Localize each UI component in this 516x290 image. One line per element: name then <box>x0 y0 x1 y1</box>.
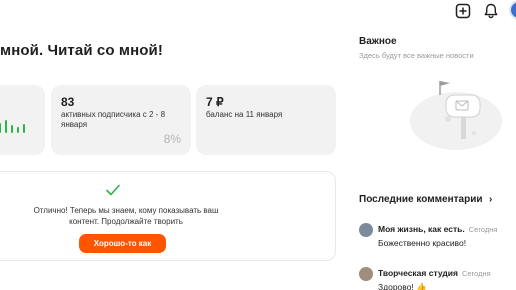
subscribers-card[interactable]: 83 активных подписчика с 2 - 8 января 8% <box>51 85 191 155</box>
add-post-button[interactable] <box>454 2 472 20</box>
balance-amount: 7 ₽ <box>206 95 224 109</box>
subscribers-percent: 8% <box>163 132 181 146</box>
comment-author-name: Творческая студия <box>378 268 458 278</box>
bell-icon <box>484 3 498 19</box>
notice-panel: Отлично! Теперь мы знаем, кому показыват… <box>0 171 336 261</box>
notice-text: Отлично! Теперь мы знаем, кому показыват… <box>33 206 219 226</box>
comment-time: Сегодня <box>461 269 491 278</box>
important-subtitle: Здесь будут все важные новости <box>359 51 474 60</box>
balance-card[interactable]: 7 ₽ баланс на 11 января <box>196 85 336 155</box>
page-title: мной. Читай со мной! <box>0 42 163 59</box>
subscribers-count: 83 <box>61 95 75 109</box>
user-avatar[interactable] <box>509 0 516 20</box>
comment-time: Сегодня <box>468 225 498 234</box>
comment-author: Творческая студия Сегодня <box>378 268 491 278</box>
comment-author-name: Моя жизнь, как есть. <box>378 224 465 234</box>
comment-text: Божественно красиво! <box>378 238 467 248</box>
chevron-right-icon[interactable]: › <box>489 194 492 205</box>
notifications-button[interactable] <box>482 2 500 20</box>
comments-title[interactable]: Последние комментарии <box>359 194 483 205</box>
checkmark-icon <box>106 184 120 196</box>
plus-square-icon <box>455 3 471 19</box>
stats-chart-card[interactable] <box>0 85 45 155</box>
comment-avatar <box>359 267 373 281</box>
comment-author: Моя жизнь, как есть. Сегодня <box>378 224 497 234</box>
balance-label: баланс на 11 января <box>206 110 283 119</box>
mailbox-illustration-icon <box>410 81 502 150</box>
subscribers-label: активных подписчика с 2 - 8 января <box>61 110 166 129</box>
mini-bar-chart <box>0 120 25 133</box>
comment-avatar <box>359 223 373 237</box>
confirm-button[interactable]: Хорошо-то как <box>79 234 166 253</box>
important-title: Важное <box>359 36 397 47</box>
comment-text: Здорово! 👍 <box>378 282 427 290</box>
